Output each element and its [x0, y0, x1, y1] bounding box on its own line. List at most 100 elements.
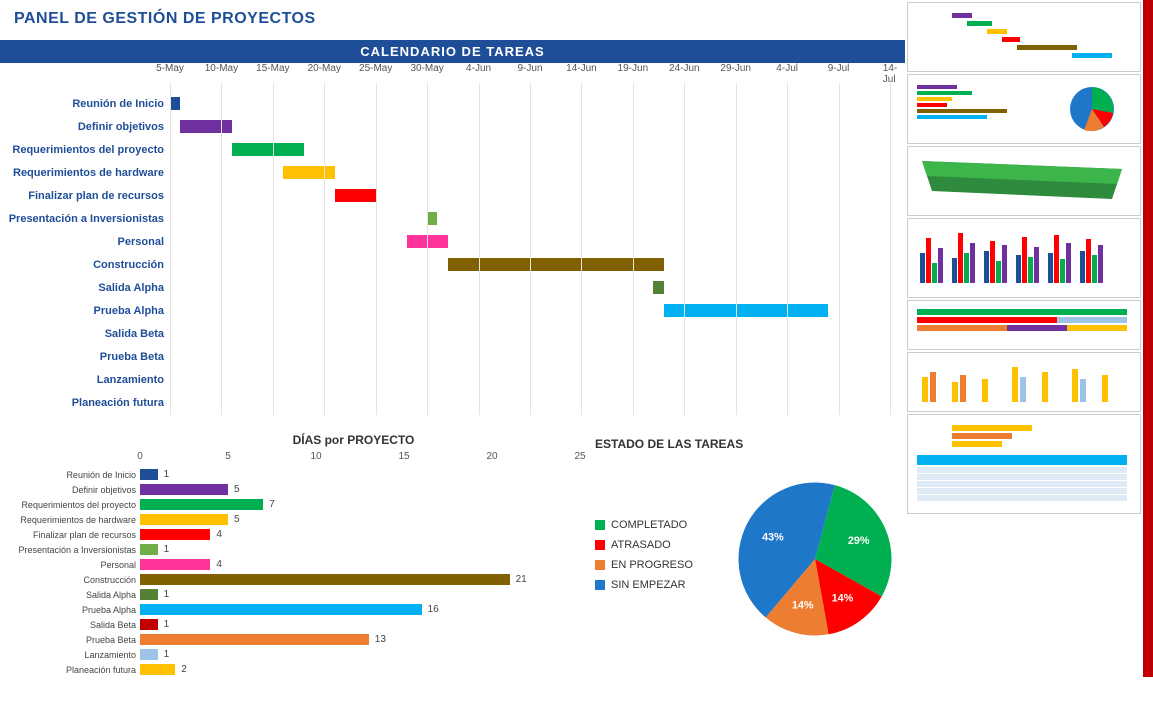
days-label: Construcción	[0, 575, 140, 585]
days-row: Reunión de Inicio 1	[0, 467, 567, 482]
days-value: 4	[216, 529, 222, 540]
thumbnail-columns	[907, 218, 1141, 298]
gantt-task-label: Definir objetivos	[0, 116, 170, 139]
gantt-tick: 25-May	[359, 63, 392, 74]
gantt-bar	[427, 212, 437, 225]
days-value: 4	[216, 559, 222, 570]
gantt-tick: 4-Jul	[776, 63, 798, 74]
legend-swatch	[595, 560, 605, 570]
legend-swatch	[595, 540, 605, 550]
gantt-bar	[283, 166, 334, 179]
days-bar	[140, 574, 510, 585]
thumbnail-small-columns	[907, 352, 1141, 412]
days-tick: 5	[225, 451, 231, 462]
days-label: Definir objetivos	[0, 485, 140, 495]
gantt-task-label: Lanzamiento	[0, 369, 170, 392]
days-bar	[140, 469, 158, 480]
gantt-task-label: Reunión de Inicio	[0, 93, 170, 116]
gantt-task-label: Requerimientos de hardware	[0, 162, 170, 185]
days-label: Lanzamiento	[0, 650, 140, 660]
legend-item: SIN EMPEZAR	[595, 579, 725, 591]
pie-title: ESTADO DE LAS TAREAS	[595, 437, 905, 451]
days-label: Finalizar plan de recursos	[0, 530, 140, 540]
gantt-task-label: Prueba Beta	[0, 346, 170, 369]
gantt-bar	[232, 143, 304, 156]
gantt-bar	[448, 258, 664, 271]
gantt-task-label: Salida Beta	[0, 323, 170, 346]
days-row: Salida Beta 1	[0, 617, 567, 632]
gantt-tick: 15-May	[256, 63, 289, 74]
days-chart: DÍAS por PROYECTO 0510152025 Reunión de …	[0, 429, 575, 677]
days-value: 1	[164, 619, 170, 630]
days-value: 2	[181, 664, 187, 675]
days-value: 1	[164, 469, 170, 480]
days-bar	[140, 589, 158, 600]
gantt-task-label: Prueba Alpha	[0, 300, 170, 323]
days-row: Prueba Alpha16	[0, 602, 567, 617]
gantt-bar	[664, 304, 829, 317]
days-tick: 0	[137, 451, 143, 462]
thumbnail-funnel	[907, 146, 1141, 216]
days-label: Requerimientos del proyecto	[0, 500, 140, 510]
days-bar	[140, 634, 369, 645]
gantt-tick: 14-Jul	[883, 63, 897, 85]
days-bar	[140, 664, 175, 675]
pie-pct-label: 14%	[792, 599, 814, 611]
days-label: Salida Alpha	[0, 590, 140, 600]
legend-item: EN PROGRESO	[595, 559, 725, 571]
calendar-banner: CALENDARIO DE TAREAS	[0, 40, 905, 63]
thumbnail-stacked	[907, 300, 1141, 350]
gantt-tick: 29-Jun	[720, 63, 751, 74]
days-bar	[140, 604, 422, 615]
days-label: Presentación a Inversionistas	[0, 545, 140, 555]
gantt-tick: 24-Jun	[669, 63, 700, 74]
days-value: 1	[164, 544, 170, 555]
gantt-task-label: Construcción	[0, 254, 170, 277]
gantt-task-label: Personal	[0, 231, 170, 254]
days-row: Presentación a Inversionistas 1	[0, 542, 567, 557]
days-value: 13	[375, 634, 386, 645]
gantt-task-label: Finalizar plan de recursos	[0, 185, 170, 208]
gantt-tick: 9-Jul	[828, 63, 850, 74]
days-bar	[140, 499, 263, 510]
gantt-task-label: Planeación futura	[0, 392, 170, 415]
days-row: Requerimientos del proyecto7	[0, 497, 567, 512]
days-label: Personal	[0, 560, 140, 570]
gantt-tick: 19-Jun	[618, 63, 649, 74]
days-tick: 15	[398, 451, 409, 462]
gantt-tick: 5-May	[156, 63, 184, 74]
days-row: Prueba Beta 13	[0, 632, 567, 647]
legend-label: ATRASADO	[611, 539, 671, 551]
days-title: DÍAS por PROYECTO	[140, 433, 567, 447]
gantt-tick: 4-Jun	[466, 63, 491, 74]
thumbnail-gantt	[907, 2, 1141, 72]
legend-swatch	[595, 520, 605, 530]
gantt-bar	[170, 97, 180, 110]
legend-item: ATRASADO	[595, 539, 725, 551]
thumbnail-list	[907, 414, 1141, 514]
days-tick: 10	[310, 451, 321, 462]
days-bar	[140, 649, 158, 660]
days-bar	[140, 619, 158, 630]
thumbnail-bars-and-pie	[907, 74, 1141, 144]
gantt-tick: 9-Jun	[517, 63, 542, 74]
days-value: 1	[164, 589, 170, 600]
days-label: Salida Beta	[0, 620, 140, 630]
gantt-task-label: Salida Alpha	[0, 277, 170, 300]
days-row: Construcción21	[0, 572, 567, 587]
days-label: Prueba Beta	[0, 635, 140, 645]
days-row: Personal 4	[0, 557, 567, 572]
pie-pct-label: 43%	[762, 532, 784, 544]
pie-pct-label: 14%	[832, 592, 854, 604]
days-label: Requerimientos de hardware	[0, 515, 140, 525]
pie-pct-label: 29%	[848, 535, 870, 547]
gantt-bar	[335, 189, 376, 202]
days-row: Lanzamiento1	[0, 647, 567, 662]
days-row: Planeación futura2	[0, 662, 567, 677]
gantt-tick: 30-May	[410, 63, 443, 74]
days-label: Reunión de Inicio	[0, 470, 140, 480]
gantt-task-label: Presentación a Inversionistas	[0, 208, 170, 231]
gantt-tick: 14-Jun	[566, 63, 597, 74]
legend-swatch	[595, 580, 605, 590]
gantt-chart: Reunión de InicioDefinir objetivos Requer…	[0, 63, 905, 423]
